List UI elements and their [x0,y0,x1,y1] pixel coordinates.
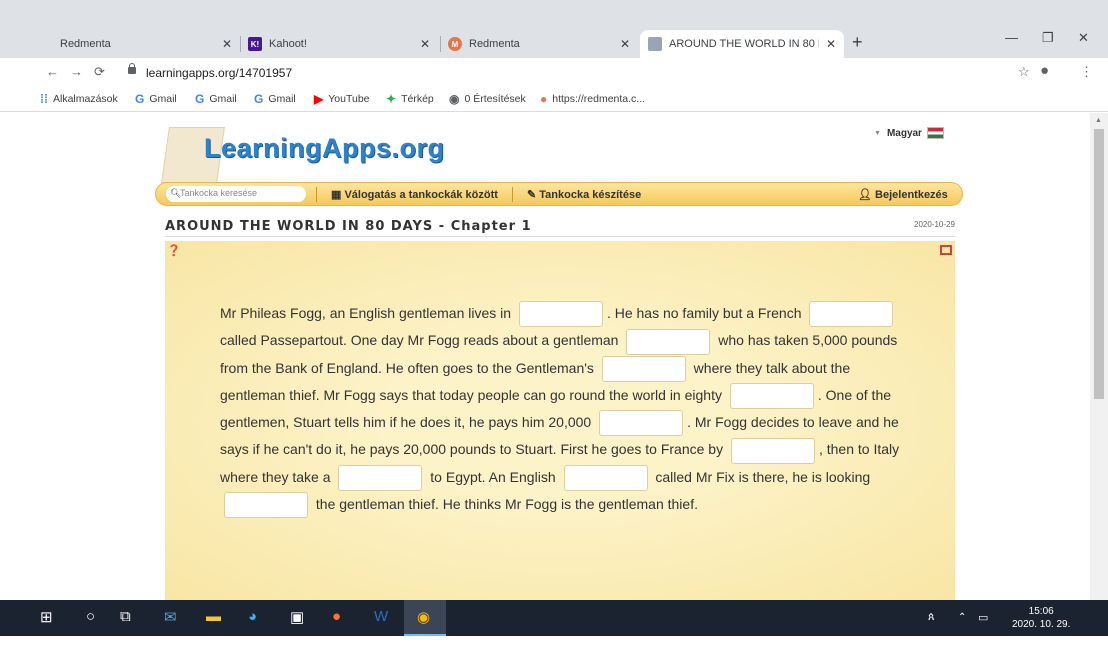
grid-icon: ▦ [331,189,345,201]
bookmarks-bar: ⁞⁞ Alkalmazások G Gmail G Gmail G Gmail … [0,88,1108,112]
bookmark-star-icon[interactable]: ☆ [1018,64,1030,80]
page-content: LearningApps.org ▼ Magyar 🔍︎ Tankocka ke… [0,113,1090,600]
store-icon[interactable]: ▣ [290,608,304,626]
tab-title: Redmenta [60,38,111,50]
people-icon[interactable]: ጰ [928,611,935,624]
network-icon[interactable]: ▭ [978,611,988,624]
close-icon[interactable]: ✕ [826,37,836,51]
exercise-area: ❓ Mr Phileas Fogg, an English gentleman … [165,241,955,600]
fullscreen-icon[interactable] [940,245,952,255]
maps-icon: ✦ [386,92,397,106]
gap-2[interactable] [809,301,894,328]
logo-text: LearningApps.org [204,133,445,163]
gap-6[interactable] [599,410,684,437]
bookmark-redmenta[interactable]: ● https://redmenta.c... [540,92,645,106]
chrome-taskbar-button[interactable]: ◉ [404,600,446,636]
profile-icon[interactable]: ● [1040,62,1049,79]
tab-active-exercise[interactable]: AROUND THE WORLD IN 80 DAYS - Chapter 1 … [640,30,844,58]
redmenta-icon: ● [540,92,548,106]
new-tab-button[interactable]: + [852,32,863,53]
google-icon: G [195,92,205,106]
bookmark-apps[interactable]: ⁞⁞ Alkalmazások [40,92,118,106]
bookmark-gmail-3[interactable]: G Gmail [254,92,296,106]
search-icon[interactable]: ○ [86,608,95,625]
search-input[interactable]: 🔍︎ Tankocka keresése [166,186,306,202]
hungarian-flag-icon [926,127,944,139]
tab-title: AROUND THE WORLD IN 80 DAYS - Chapter 1 [669,38,819,50]
scroll-thumb[interactable] [1094,129,1104,399]
restore-button[interactable]: ❐ [1042,30,1054,46]
lock-icon [128,63,136,74]
windows-taskbar: ⊞ ○ ⧉ ✉ ▬ ◕ ▣ ● W ◉ ጰ ⌃ ▭ 15:06 2020. 10… [0,600,1108,636]
kahoot-icon: K! [248,37,262,51]
nav-create[interactable]: ✎ Tankocka készítése [527,188,641,201]
gap-5[interactable] [729,383,814,410]
cloze-text: Mr Phileas Fogg, an English gentleman li… [220,300,910,519]
gap-1[interactable] [518,301,603,328]
bookmark-youtube[interactable]: ▶ YouTube [314,92,370,106]
learningapps-icon [648,37,662,51]
firefox-icon[interactable]: ● [332,608,341,625]
bookmark-maps[interactable]: ✦ Térkép [386,92,434,106]
page-scrollbar[interactable]: ▲ [1090,113,1108,600]
nav-browse[interactable]: ▦ Válogatás a tankockák között [331,188,498,201]
language-selector[interactable]: ▼ Magyar [874,127,944,139]
tab-redmenta-2[interactable]: M Redmenta ✕ [444,30,638,58]
bookmark-gmail-2[interactable]: G Gmail [195,92,237,106]
search-icon: 🔍︎ [170,188,182,198]
forward-arrow-icon[interactable]: → [70,64,83,79]
youtube-icon: ▶ [314,92,324,106]
close-window-button[interactable]: ✕ [1078,30,1089,46]
bookmark-notifications[interactable]: ◉ 0 Értesítések [449,92,526,106]
tab-title: Redmenta [469,38,520,50]
nav-login[interactable]: 👤︎ Bejelentkezés [858,188,948,201]
help-icon[interactable]: ❓ [167,244,181,257]
file-explorer-icon[interactable]: ▬ [206,608,221,625]
windows-start-icon[interactable]: ⊞ [40,608,53,626]
bookmark-gmail-1[interactable]: G Gmail [135,92,177,106]
task-view-icon[interactable]: ⧉ [120,608,131,625]
site-navigation: 🔍︎ Tankocka keresése ▦ Válogatás a tanko… [155,182,963,206]
close-icon[interactable]: ✕ [420,37,430,51]
gap-8[interactable] [338,465,423,492]
reload-icon[interactable]: ⟳ [94,64,105,80]
tab-kahoot[interactable]: K! Kahoot! ✕ [244,30,438,58]
mail-icon[interactable]: ✉ [164,608,177,626]
site-logo[interactable]: LearningApps.org [160,113,444,183]
menu-dots-icon[interactable]: ⋮ [1080,64,1093,80]
app-date: 2020-10-29 [914,220,955,229]
google-icon: G [135,92,145,106]
back-arrow-icon[interactable]: ← [46,64,59,79]
divider [165,236,955,237]
edge-icon[interactable]: ◕ [248,608,257,625]
system-clock[interactable]: 15:06 2020. 10. 29. [1012,605,1070,631]
url-field[interactable]: learningapps.org/14701957 [146,66,292,80]
triangle-down-icon: ▼ [874,129,881,137]
close-icon[interactable]: ✕ [620,37,630,51]
close-icon[interactable]: ✕ [222,37,232,51]
apps-grid-icon: ⁞⁞ [40,92,48,106]
minimize-button[interactable]: — [1005,30,1018,45]
pencil-icon: ✎ [527,189,540,201]
tab-redmenta-1[interactable]: Redmenta ✕ [40,30,240,58]
gap-3[interactable] [626,328,711,355]
address-bar: ← → ⟳ learningapps.org/14701957 ☆ ● ⋮ [0,58,1108,88]
chrome-icon: ◉ [417,609,431,626]
bottom-strip [0,636,1108,648]
gap-9[interactable] [563,465,648,492]
scroll-up-icon[interactable]: ▲ [1095,117,1102,124]
chevron-up-icon[interactable]: ⌃ [958,612,966,623]
gap-4[interactable] [601,355,686,382]
notification-icon: ◉ [449,92,460,106]
page-title: AROUND THE WORLD IN 80 DAYS - Chapter 1 [165,219,532,234]
user-icon: 👤︎ [858,189,876,201]
word-icon[interactable]: W [374,608,388,625]
redmenta-icon: M [448,37,462,51]
tab-bar: Redmenta ✕ K! Kahoot! ✕ M Redmenta ✕ ARO… [0,0,1108,58]
tab-title: Kahoot! [269,38,307,50]
google-icon: G [254,92,264,106]
screen: Redmenta ✕ K! Kahoot! ✕ M Redmenta ✕ ARO… [0,0,1108,648]
gap-7[interactable] [730,437,815,464]
gap-10[interactable] [224,492,308,519]
